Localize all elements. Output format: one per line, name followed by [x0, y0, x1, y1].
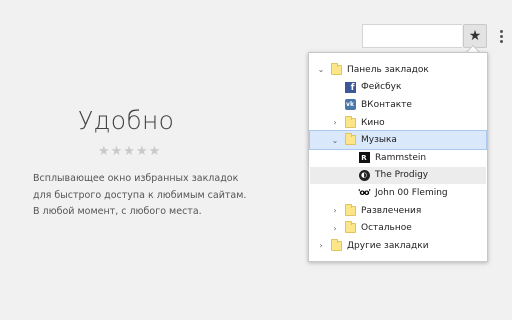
bookmark-star-button[interactable]: ★	[463, 24, 487, 48]
tree-item-label: John 00 Fleming	[375, 187, 448, 198]
promo-description-line: Всплывающее окно избранных закладок	[33, 173, 239, 184]
folder-icon	[344, 221, 356, 234]
tree-item-facebook[interactable]: f Фейсбук	[310, 79, 486, 97]
bookmarks-popup: ⌄ Панель закладок f Фейсбук vk ВКонтакте…	[308, 52, 488, 262]
rammstein-icon: R	[358, 152, 370, 164]
tree-item-rammstein[interactable]: R Rammstein	[310, 149, 486, 167]
tree-item-label: Другие закладки	[347, 240, 429, 251]
tree-item-entertainment[interactable]: › Развлечения	[310, 202, 486, 220]
tree-item-prodigy[interactable]: ◐ The Prodigy	[310, 166, 486, 185]
tree-item-label: The Prodigy	[375, 170, 429, 181]
tree-item-label: Музыка	[361, 135, 397, 146]
folder-icon	[344, 203, 356, 216]
tree-item-music[interactable]: ⌄ Музыка	[309, 130, 487, 150]
chevron-right-icon[interactable]: ›	[316, 241, 326, 251]
star-icon: ★	[468, 28, 482, 44]
facebook-icon: f	[344, 81, 356, 93]
chevron-right-icon[interactable]: ›	[330, 223, 340, 233]
screenshot-root: Удобно ★★★★★ Всплывающее окно избранных …	[0, 0, 512, 320]
promo-description-line: для быстрого доступа к любимым сайтам.	[33, 189, 247, 201]
chevron-right-icon[interactable]: ›	[330, 118, 340, 128]
bookmarks-tree: ⌄ Панель закладок f Фейсбук vk ВКонтакте…	[309, 61, 487, 255]
prodigy-icon: ◐	[358, 169, 370, 181]
rating-stars: ★★★★★	[98, 144, 162, 159]
chevron-down-icon[interactable]: ⌄	[316, 65, 326, 75]
chevron-down-icon[interactable]: ⌄	[330, 135, 340, 145]
menu-dot-icon	[499, 34, 503, 38]
tree-item-label: ВКонтакте	[361, 99, 412, 110]
tree-item-other[interactable]: › Остальное	[310, 219, 486, 237]
menu-dot-icon	[499, 29, 503, 33]
john-fleming-icon: 'oo'	[358, 188, 371, 198]
folder-icon	[344, 133, 356, 146]
folder-icon	[330, 238, 342, 251]
tree-item-other-bookmarks[interactable]: › Другие закладки	[310, 237, 486, 255]
vk-icon: vk	[344, 99, 356, 111]
address-bar[interactable]	[362, 24, 462, 48]
tree-item-label: Фейсбук	[361, 82, 402, 93]
tree-item-label: Развлечения	[361, 205, 422, 216]
tree-item-label: Остальное	[361, 223, 412, 234]
tree-item-label: Rammstein	[375, 152, 427, 163]
browser-menu-button[interactable]	[494, 26, 508, 46]
tree-item-vkontakte[interactable]: vk ВКонтакте	[310, 96, 486, 114]
tree-item-label: Панель закладок	[347, 64, 429, 75]
tree-item-label: Кино	[361, 117, 385, 128]
folder-icon	[330, 62, 342, 75]
promo-description: Всплывающее окно избранных закладок для …	[33, 171, 293, 221]
promo-description-line: В любой момент, с любого места.	[33, 206, 202, 217]
promo-title: Удобно	[78, 106, 175, 135]
tree-item-kino[interactable]: › Кино	[310, 114, 486, 132]
chevron-right-icon[interactable]: ›	[330, 206, 340, 216]
menu-dot-icon	[499, 39, 503, 43]
folder-icon	[344, 115, 356, 128]
tree-item-bookmarks-bar[interactable]: ⌄ Панель закладок	[310, 61, 486, 79]
tree-item-john-fleming[interactable]: 'oo' John 00 Fleming	[310, 184, 486, 202]
